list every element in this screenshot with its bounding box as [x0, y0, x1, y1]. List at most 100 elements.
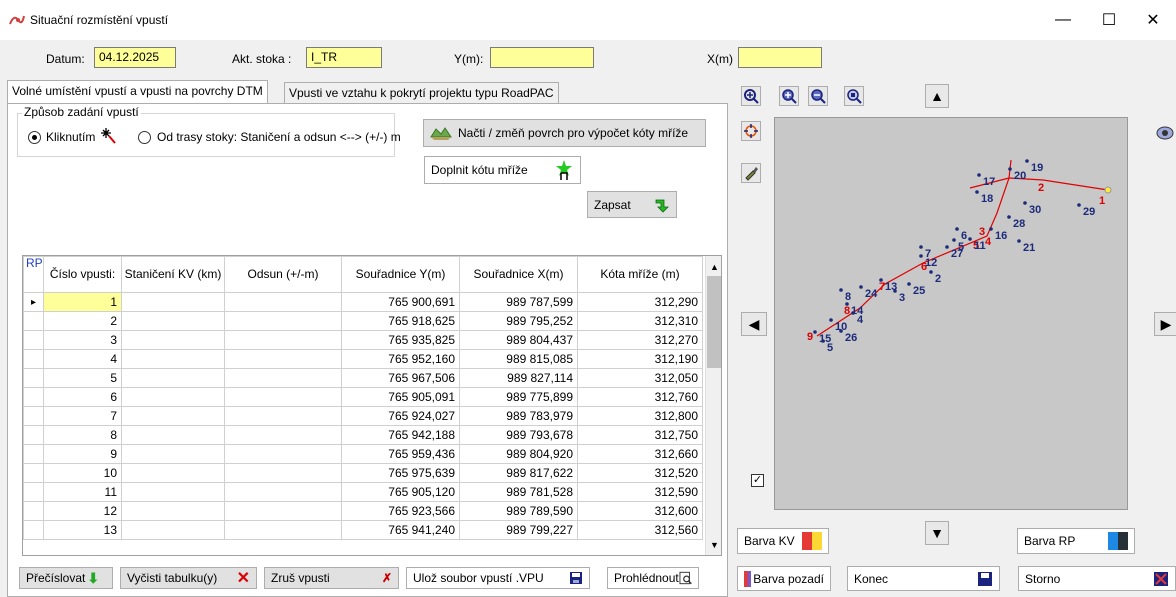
cell-chainage[interactable]: [121, 463, 225, 483]
paint-brush-icon[interactable]: [741, 163, 761, 183]
cell-y[interactable]: 765 967,506: [341, 368, 460, 388]
cell-number[interactable]: 13: [43, 520, 122, 540]
settings-eye-icon[interactable]: [1155, 124, 1176, 144]
cell-number[interactable]: 2: [43, 311, 122, 331]
cell-offset[interactable]: [224, 463, 342, 483]
cell-offset[interactable]: [224, 406, 342, 426]
row-header[interactable]: [23, 444, 44, 464]
cell-y[interactable]: 765 959,436: [341, 444, 460, 464]
cell-y[interactable]: 765 942,188: [341, 425, 460, 445]
storno-button[interactable]: Storno: [1018, 566, 1176, 591]
cell-x[interactable]: 989 787,599: [459, 292, 578, 312]
table-row[interactable]: 8 765 942,188 989 793,678 312,750: [23, 425, 703, 445]
inlets-table[interactable]: RP Číslo vpusti: Staničení KV (km) Odsun…: [22, 255, 722, 556]
browse-button[interactable]: Prohlédnout: [607, 567, 699, 589]
cell-number[interactable]: 3: [43, 330, 122, 350]
cell-y[interactable]: 765 952,160: [341, 349, 460, 369]
col-header-number[interactable]: Číslo vpusti:: [43, 256, 122, 293]
cell-x[interactable]: 989 827,114: [459, 368, 578, 388]
cell-grate[interactable]: 312,600: [577, 501, 703, 521]
cell-number[interactable]: 4: [43, 349, 122, 369]
cell-chainage[interactable]: [121, 406, 225, 426]
cell-offset[interactable]: [224, 482, 342, 502]
radio-click[interactable]: [28, 131, 41, 144]
row-header[interactable]: [23, 406, 44, 426]
cell-grate[interactable]: 312,800: [577, 406, 703, 426]
table-row[interactable]: 10 765 975,639 989 817,622 312,520: [23, 463, 703, 483]
cell-y[interactable]: 765 905,120: [341, 482, 460, 502]
cell-grate[interactable]: 312,050: [577, 368, 703, 388]
col-header-rp[interactable]: RP: [23, 256, 44, 293]
cell-number[interactable]: 8: [43, 425, 122, 445]
cell-x[interactable]: 989 804,437: [459, 330, 578, 350]
write-button[interactable]: Zapsat: [587, 191, 677, 218]
cell-offset[interactable]: [224, 444, 342, 464]
cell-grate[interactable]: 312,590: [577, 482, 703, 502]
cell-grate[interactable]: 312,560: [577, 520, 703, 540]
table-row[interactable]: 2 765 918,625 989 795,252 312,310: [23, 311, 703, 331]
zoom-in-icon[interactable]: [779, 86, 799, 106]
cell-x[interactable]: 989 789,590: [459, 501, 578, 521]
crosshair-icon[interactable]: [741, 121, 761, 141]
stoka-field[interactable]: I_TR: [306, 47, 382, 68]
scroll-up-icon[interactable]: ▲: [710, 262, 719, 272]
cell-y[interactable]: 765 905,091: [341, 387, 460, 407]
cell-x[interactable]: 989 795,252: [459, 311, 578, 331]
cell-grate[interactable]: 312,190: [577, 349, 703, 369]
clear-table-button[interactable]: Vyčisti tabulku(y) ✕: [120, 567, 257, 589]
cell-grate[interactable]: 312,310: [577, 311, 703, 331]
cell-chainage[interactable]: [121, 292, 225, 312]
table-row[interactable]: 12 765 923,566 989 789,590 312,600: [23, 501, 703, 521]
cell-x[interactable]: 989 793,678: [459, 425, 578, 445]
cell-chainage[interactable]: [121, 368, 225, 388]
row-header[interactable]: [23, 387, 44, 407]
end-button[interactable]: Konec: [847, 566, 1000, 591]
row-header[interactable]: [23, 425, 44, 445]
y-field[interactable]: [490, 47, 594, 68]
cell-chainage[interactable]: [121, 349, 225, 369]
row-header[interactable]: [23, 330, 44, 350]
cell-chainage[interactable]: [121, 387, 225, 407]
save-file-button[interactable]: Ulož soubor vpustí .VPU: [406, 567, 590, 589]
cell-chainage[interactable]: [121, 482, 225, 502]
cell-y[interactable]: 765 975,639: [341, 463, 460, 483]
table-row[interactable]: ▸ 1 765 900,691 989 787,599 312,290: [23, 292, 703, 312]
cell-chainage[interactable]: [121, 311, 225, 331]
radio-route[interactable]: [138, 131, 151, 144]
cell-offset[interactable]: [224, 368, 342, 388]
table-row[interactable]: 13 765 941,240 989 799,227 312,560: [23, 520, 703, 540]
cell-x[interactable]: 989 815,085: [459, 349, 578, 369]
cell-offset[interactable]: [224, 292, 342, 312]
row-header[interactable]: [23, 520, 44, 540]
cell-chainage[interactable]: [121, 501, 225, 521]
row-header[interactable]: ▸: [23, 292, 44, 312]
table-row[interactable]: 4 765 952,160 989 815,085 312,190: [23, 349, 703, 369]
pan-up-icon[interactable]: ▲: [925, 84, 949, 108]
cell-offset[interactable]: [224, 520, 342, 540]
row-header[interactable]: [23, 482, 44, 502]
cell-y[interactable]: 765 924,027: [341, 406, 460, 426]
cell-x[interactable]: 989 804,920: [459, 444, 578, 464]
cell-number[interactable]: 10: [43, 463, 122, 483]
tab-roadpac[interactable]: Vpusti ve vztahu k pokrytí projektu typu…: [284, 82, 559, 104]
cell-number[interactable]: 9: [43, 444, 122, 464]
cancel-inlet-button[interactable]: Zruš vpusti ✗: [264, 567, 399, 589]
cell-chainage[interactable]: [121, 330, 225, 350]
cell-grate[interactable]: 312,290: [577, 292, 703, 312]
pan-right-icon[interactable]: ▶: [1154, 312, 1176, 336]
cell-x[interactable]: 989 799,227: [459, 520, 578, 540]
color-background-button[interactable]: Barva pozadí: [737, 566, 831, 591]
cell-y[interactable]: 765 941,240: [341, 520, 460, 540]
cell-x[interactable]: 989 817,622: [459, 463, 578, 483]
cell-y[interactable]: 765 918,625: [341, 311, 460, 331]
pan-down-icon[interactable]: ▼: [925, 521, 949, 545]
close-button[interactable]: ✕: [1130, 0, 1176, 40]
cell-chainage[interactable]: [121, 520, 225, 540]
maximize-button[interactable]: ☐: [1086, 0, 1132, 40]
row-header[interactable]: [23, 311, 44, 331]
cell-offset[interactable]: [224, 501, 342, 521]
color-kv-button[interactable]: Barva KV: [737, 528, 829, 554]
cell-offset[interactable]: [224, 387, 342, 407]
table-row[interactable]: 5 765 967,506 989 827,114 312,050: [23, 368, 703, 388]
cell-y[interactable]: 765 935,825: [341, 330, 460, 350]
